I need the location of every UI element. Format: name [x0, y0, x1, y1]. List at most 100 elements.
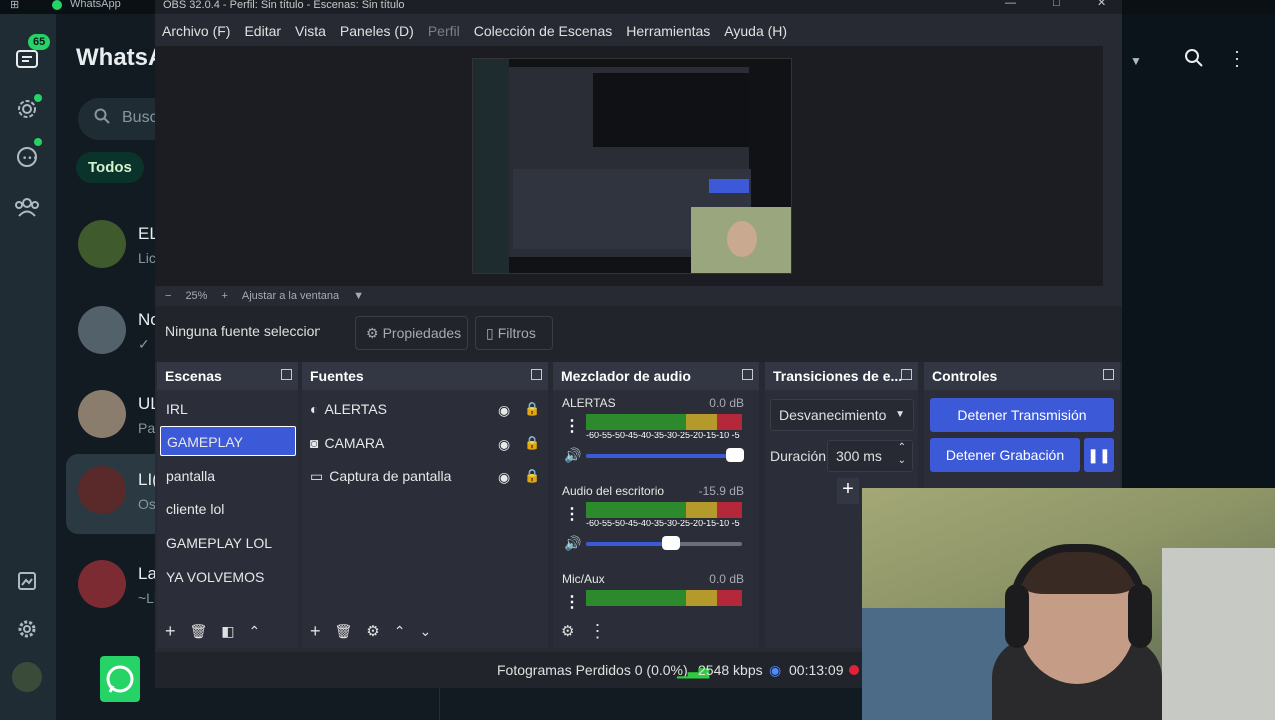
grid-icon[interactable]: ⊞ [10, 0, 19, 11]
visibility-eye-icon[interactable]: ◉ [498, 436, 510, 453]
volume-knob[interactable] [726, 448, 744, 462]
search-icon[interactable] [1184, 48, 1204, 73]
undock-icon[interactable] [901, 369, 912, 380]
window-title: OBS 32.0.4 - Perfil: Sin título - Escena… [163, 0, 405, 11]
undock-icon[interactable] [1103, 369, 1114, 380]
properties-button[interactable]: ⚙ Propiedades [355, 316, 468, 350]
communities-icon[interactable] [12, 192, 42, 222]
zoom-out-button[interactable]: − [165, 290, 171, 302]
avatar [78, 466, 126, 514]
pause-icon[interactable]: ❚❚ [1084, 438, 1114, 472]
undock-icon[interactable] [742, 369, 753, 380]
chat-preview: Lic [138, 250, 156, 266]
source-label: Captura de pantalla [329, 468, 452, 484]
mixer-menu-icon[interactable]: ⋮ [588, 621, 606, 642]
level-meter [586, 414, 742, 430]
filters-button[interactable]: ▯ Filtros [475, 316, 553, 350]
menu-herramientas[interactable]: Herramientas [619, 18, 717, 46]
source-item[interactable]: ◐ ALERTAS ◉ 🔒 [310, 394, 546, 424]
menu-archivo[interactable]: Archivo (F) [155, 18, 237, 46]
menu-perfil[interactable]: Perfil [421, 18, 467, 46]
add-icon[interactable]: + [310, 621, 321, 642]
add-transition-icon[interactable]: + [837, 478, 859, 504]
zoom-level: 25% [185, 290, 208, 302]
move-up-icon[interactable]: ⌃ [249, 623, 261, 640]
undock-icon[interactable] [531, 369, 542, 380]
zoom-in-button[interactable]: + [221, 290, 227, 302]
fit-window-button[interactable]: Ajustar a la ventana [242, 290, 339, 302]
channel-menu-icon[interactable]: ⋮ [564, 504, 580, 524]
channel-menu-icon[interactable]: ⋮ [564, 416, 580, 436]
menu-paneles[interactable]: Paneles (D) [333, 18, 421, 46]
scene-item[interactable]: YA VOLVEMOS [160, 562, 296, 592]
scene-item-selected[interactable]: GAMEPLAY [160, 426, 296, 456]
bitrate: 2548 kbps [698, 662, 763, 678]
profile-avatar[interactable] [12, 662, 42, 692]
program-preview[interactable] [155, 46, 1103, 286]
lock-icon[interactable]: 🔒 [524, 401, 540, 417]
lock-icon[interactable]: 🔒 [524, 435, 540, 451]
stop-record-button[interactable]: Detener Grabación [930, 438, 1080, 472]
mixer-channel: ALERTAS 0.0 dB ⋮ -60-55-50-45-40-35-30-2… [556, 392, 750, 478]
search-placeholder: Busc [122, 109, 158, 126]
chevron-up-icon[interactable]: ⌃ [898, 442, 906, 453]
add-icon[interactable]: + [165, 621, 176, 642]
trash-icon[interactable]: 🗑 [190, 623, 208, 640]
audio-mixer-dock: Mezclador de audio ALERTAS 0.0 dB ⋮ -60-… [553, 362, 759, 648]
meter-ticks: -60-55-50-45-40-35-30-25-20-15-10 -5 0 [586, 432, 742, 438]
webcam-overlay [862, 488, 1275, 720]
avatar [78, 306, 126, 354]
speaker-icon[interactable]: 🔊 [564, 535, 581, 552]
scene-item[interactable]: GAMEPLAY LOL [160, 528, 296, 558]
filter-all-chip[interactable]: Todos [76, 152, 144, 183]
speaker-icon[interactable]: 🔊 [564, 447, 581, 464]
transition-type-select[interactable]: Desvanecimiento ▼ [770, 399, 914, 431]
scene-filters-icon[interactable]: ◧ [221, 623, 234, 640]
minimize-icon[interactable]: — [1005, 0, 1016, 9]
channel-name: ALERTAS [562, 396, 616, 410]
volume-slider[interactable] [586, 454, 742, 458]
trash-icon[interactable]: 🗑 [335, 623, 353, 640]
scene-item[interactable]: cliente lol [160, 494, 296, 524]
media-icon[interactable] [12, 566, 42, 596]
menu-ayuda[interactable]: Ayuda (H) [717, 18, 794, 46]
channel-db: 0.0 dB [709, 396, 744, 410]
settings-gear-icon[interactable] [12, 614, 42, 644]
chevron-down-icon[interactable]: ⌄ [898, 455, 906, 466]
close-icon[interactable]: ✕ [1097, 0, 1106, 9]
stop-stream-button[interactable]: Detener Transmisión [930, 398, 1114, 432]
menu-coleccion-escenas[interactable]: Colección de Escenas [467, 18, 620, 46]
menu-vista[interactable]: Vista [288, 18, 333, 46]
menu-editar[interactable]: Editar [237, 18, 288, 46]
channel-menu-icon[interactable]: ⋮ [564, 592, 580, 612]
volume-knob[interactable] [662, 536, 680, 550]
scene-item[interactable]: IRL [160, 394, 296, 424]
duration-spinbox[interactable]: 300 ms ⌃ ⌄ [827, 440, 913, 472]
menu-kebab-icon[interactable]: · · · [1234, 42, 1240, 74]
advanced-audio-gear-icon[interactable]: ⚙ [561, 622, 574, 640]
source-item[interactable]: ◙ CAMARA ◉ 🔒 [310, 428, 546, 458]
maximize-icon[interactable]: □ [1053, 0, 1060, 9]
move-down-icon[interactable]: ⌄ [419, 623, 431, 640]
gear-icon[interactable]: ⚙ [366, 622, 379, 640]
transitions-header: Transiciones de e... [765, 362, 918, 390]
lock-icon[interactable]: 🔒 [524, 468, 540, 484]
move-up-icon[interactable]: ⌃ [394, 623, 406, 640]
visibility-eye-icon[interactable]: ◉ [498, 469, 510, 486]
camera-icon: ◙ [310, 435, 319, 451]
chevron-down-icon[interactable]: ▼ [353, 290, 364, 302]
sources-dock: Fuentes ◐ ALERTAS ◉ 🔒 ◙ CAMARA ◉ 🔒 ▭ Cap… [302, 362, 548, 648]
visibility-eye-icon[interactable]: ◉ [498, 402, 510, 419]
chevron-down-icon[interactable]: ▼ [1130, 54, 1142, 68]
filters-label: Filtros [497, 325, 536, 341]
source-item[interactable]: ▭ Captura de pantalla ◉ 🔒 [310, 461, 546, 491]
scene-item[interactable]: pantalla [160, 461, 296, 491]
mixer-title: Mezclador de audio [561, 368, 691, 384]
whatsapp-tab-label[interactable]: WhatsApp [70, 0, 121, 10]
channels-icon[interactable]: ••• [12, 142, 42, 172]
search-icon [94, 108, 110, 129]
sources-header: Fuentes [302, 362, 548, 390]
undock-icon[interactable] [281, 369, 292, 380]
transitions-title: Transiciones de e... [773, 368, 903, 384]
filter-icon: ▯ [486, 324, 494, 341]
